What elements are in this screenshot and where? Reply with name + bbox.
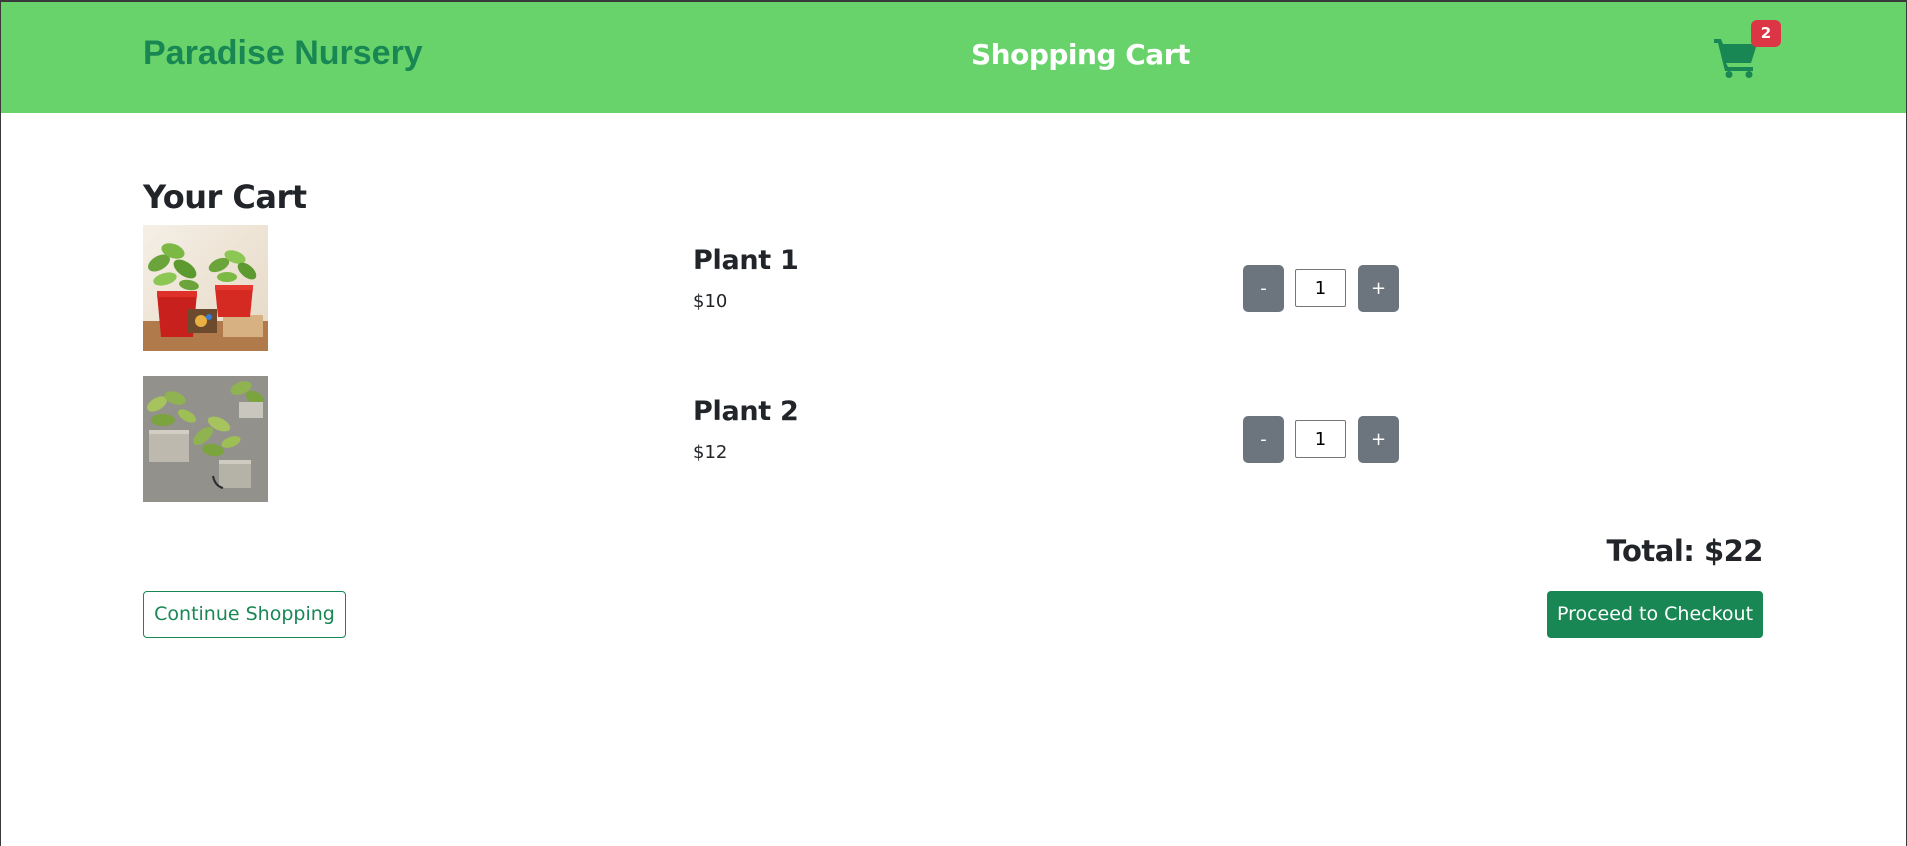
cart-total: Total: $22 <box>1606 534 1764 568</box>
decrement-button[interactable]: - <box>1243 416 1284 463</box>
cart-button[interactable]: 2 <box>1713 20 1781 86</box>
cart-count-badge: 2 <box>1751 20 1781 47</box>
cart-item: Plant 1 $10 - + <box>143 225 1763 351</box>
proceed-to-checkout-button[interactable]: Proceed to Checkout <box>1547 591 1763 638</box>
plant-2-image <box>143 376 268 502</box>
item-price: $12 <box>693 442 728 463</box>
decrement-button[interactable]: - <box>1243 265 1284 312</box>
quantity-input[interactable] <box>1295 420 1346 458</box>
cart-item: Plant 2 $12 - + <box>143 376 1763 502</box>
top-navbar: Paradise Nursery Shopping Cart 2 <box>1 2 1906 113</box>
item-name: Plant 1 <box>693 245 799 276</box>
item-price: $10 <box>693 291 728 312</box>
item-name: Plant 2 <box>693 396 799 427</box>
quantity-input[interactable] <box>1295 269 1346 307</box>
page-title: Shopping Cart <box>971 38 1190 71</box>
increment-button[interactable]: + <box>1358 265 1399 312</box>
continue-shopping-button[interactable]: Continue Shopping <box>143 591 346 638</box>
increment-button[interactable]: + <box>1358 416 1399 463</box>
your-cart-heading: Your Cart <box>143 178 307 216</box>
app-frame: Paradise Nursery Shopping Cart 2 Your Ca… <box>0 0 1907 846</box>
brand-link[interactable]: Paradise Nursery <box>143 34 423 73</box>
plant-1-image <box>143 225 268 351</box>
